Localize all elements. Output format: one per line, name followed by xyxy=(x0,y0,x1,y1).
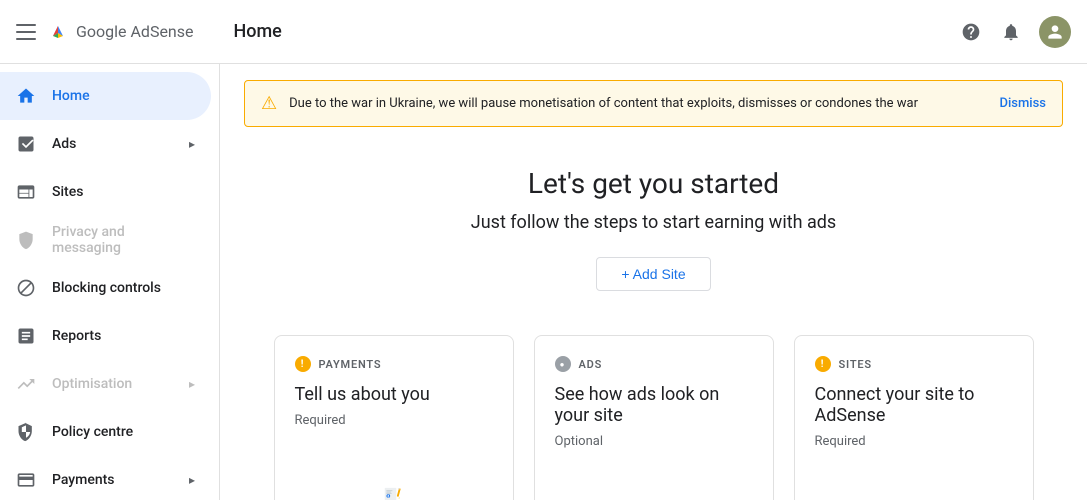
payments-icon xyxy=(16,470,36,490)
sidebar-item-home[interactable]: Home xyxy=(0,72,211,120)
card-status: Required xyxy=(295,413,493,428)
card-title: See how ads look on your site xyxy=(555,384,753,426)
sidebar: Home Ads ▸ Sites xyxy=(0,64,220,500)
card-category-label: ADS xyxy=(579,358,603,371)
content-area: ⚠ Due to the war in Ukraine, we will pau… xyxy=(220,64,1087,500)
blocking-icon xyxy=(16,278,36,298)
exclamation-icon2: ! xyxy=(821,359,825,370)
sidebar-item-reports[interactable]: Reports xyxy=(0,312,211,360)
hero-subtitle: Just follow the steps to start earning w… xyxy=(244,212,1063,233)
sidebar-item-payments[interactable]: Payments ▸ xyxy=(0,456,211,500)
banner-text: Due to the war in Ukraine, we will pause… xyxy=(289,96,987,111)
sidebar-item-label: Policy centre xyxy=(52,424,133,440)
card-category-label: SITES xyxy=(839,358,872,371)
category-icon: ! xyxy=(295,356,311,372)
help-icon[interactable] xyxy=(959,20,983,44)
sidebar-item-policy-centre[interactable]: Policy centre xyxy=(0,408,211,456)
sidebar-item-label: Privacy and messaging xyxy=(52,224,195,256)
sidebar-item-label: Ads xyxy=(52,136,76,152)
sidebar-item-label: Blocking controls xyxy=(52,280,161,296)
card-illustration xyxy=(295,444,493,500)
card-category: ! PAYMENTS xyxy=(295,356,493,372)
sidebar-item-ads[interactable]: Ads ▸ xyxy=(0,120,211,168)
sidebar-item-label: Reports xyxy=(52,328,101,344)
card-title: Tell us about you xyxy=(295,384,493,405)
expand-icon: ▸ xyxy=(189,473,195,487)
sidebar-item-optimisation: Optimisation ▸ xyxy=(0,360,211,408)
main-layout: Home Ads ▸ Sites xyxy=(0,64,1087,500)
warning-icon: ⚠ xyxy=(261,93,277,114)
privacy-icon xyxy=(16,230,36,250)
app-name-label: Google AdSense xyxy=(76,22,194,41)
sidebar-item-blocking-controls[interactable]: Blocking controls xyxy=(0,264,211,312)
topbar: Google AdSense Home xyxy=(0,0,1087,64)
ads-category-icon: ● xyxy=(560,360,566,369)
payments-card: ! PAYMENTS Tell us about you Required xyxy=(274,335,514,500)
add-site-button[interactable]: + Add Site xyxy=(596,257,710,291)
sidebar-item-label: Home xyxy=(52,88,90,104)
category-icon: ! xyxy=(815,356,831,372)
notifications-icon[interactable] xyxy=(999,20,1023,44)
ads-card: ● ADS See how ads look on your site Opti… xyxy=(534,335,774,500)
card-illustration: G xyxy=(555,465,753,500)
sidebar-item-label: Sites xyxy=(52,184,83,200)
hero-section: Let's get you started Just follow the st… xyxy=(220,127,1087,311)
cards-section: ! PAYMENTS Tell us about you Required xyxy=(220,311,1087,500)
payments-illustration xyxy=(384,484,404,500)
sidebar-item-label: Payments xyxy=(52,472,115,488)
sidebar-item-sites[interactable]: Sites xyxy=(0,168,211,216)
hamburger-menu-button[interactable] xyxy=(16,20,40,44)
sidebar-item-label: Optimisation xyxy=(52,376,132,392)
hero-title: Let's get you started xyxy=(244,167,1063,200)
card-title: Connect your site to AdSense xyxy=(815,384,1013,426)
category-icon: ● xyxy=(555,356,571,372)
expand-icon: ▸ xyxy=(189,377,195,391)
topbar-left: Google AdSense xyxy=(16,20,194,44)
expand-icon: ▸ xyxy=(189,137,195,151)
card-status: Required xyxy=(815,434,1013,449)
topbar-right xyxy=(959,16,1071,48)
policy-icon xyxy=(16,422,36,442)
card-illustration: $ xyxy=(815,465,1013,500)
logo-container: Google AdSense xyxy=(48,22,194,42)
card-category-label: PAYMENTS xyxy=(319,358,382,371)
ads-icon xyxy=(16,134,36,154)
reports-icon xyxy=(16,326,36,346)
card-status: Optional xyxy=(555,434,753,449)
exclamation-icon: ! xyxy=(301,359,305,370)
ukraine-banner: ⚠ Due to the war in Ukraine, we will pau… xyxy=(244,80,1063,127)
card-category: ! SITES xyxy=(815,356,1013,372)
google-logo-icon xyxy=(48,22,68,42)
optimisation-icon xyxy=(16,374,36,394)
avatar[interactable] xyxy=(1039,16,1071,48)
card-category: ● ADS xyxy=(555,356,753,372)
home-icon xyxy=(16,86,36,106)
dismiss-button[interactable]: Dismiss xyxy=(999,96,1046,111)
sites-card: ! SITES Connect your site to AdSense Req… xyxy=(794,335,1034,500)
sites-icon xyxy=(16,182,36,202)
page-title: Home xyxy=(234,21,282,42)
sidebar-item-privacy-messaging: Privacy and messaging xyxy=(0,216,211,264)
